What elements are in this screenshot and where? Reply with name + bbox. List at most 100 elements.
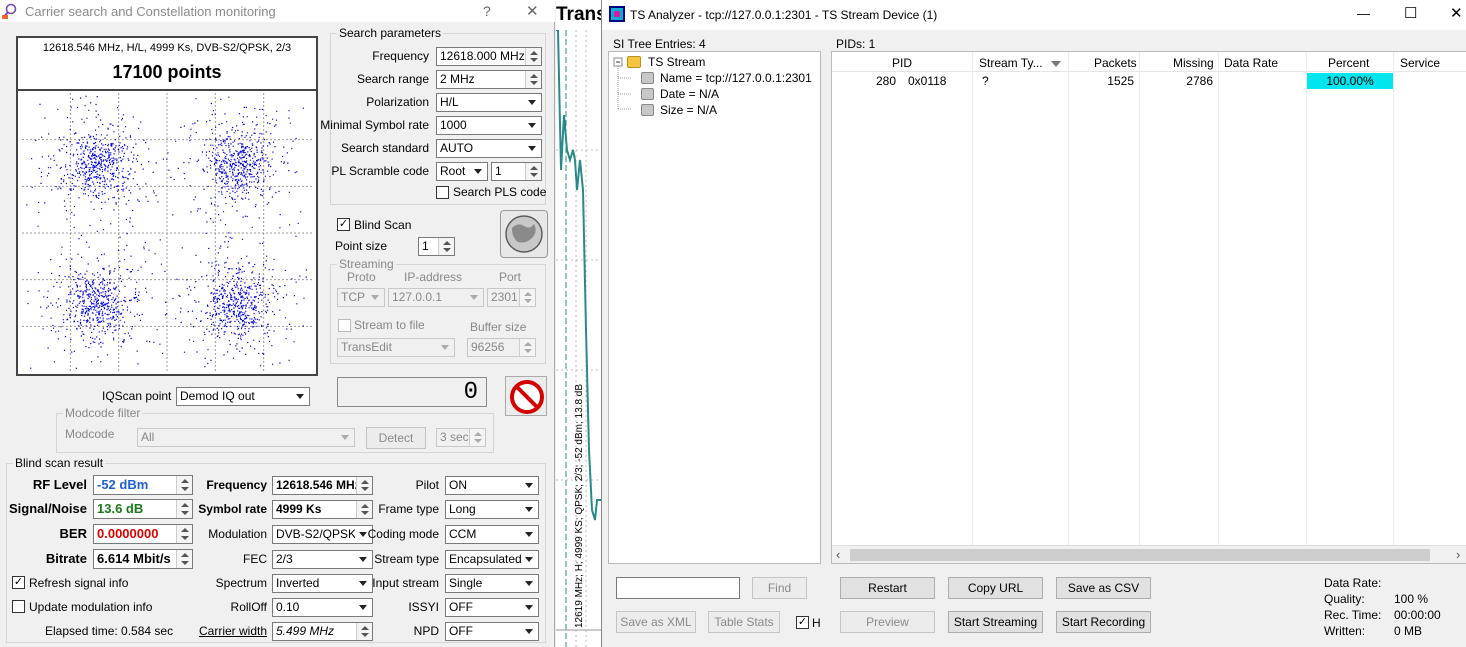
port-input[interactable]: 2301 xyxy=(487,288,536,307)
fec-select[interactable]: 2/3 xyxy=(272,550,373,569)
modcode-select[interactable]: All xyxy=(137,428,355,447)
snr-field[interactable]: 13.6 dB xyxy=(93,499,193,519)
ip-address-label: IP-address xyxy=(404,270,463,284)
col-missing[interactable]: Missing xyxy=(1173,56,1214,70)
symbol-rate-field[interactable]: 4999 Ks xyxy=(272,500,373,519)
frequency-input[interactable]: 12618.000 MHz xyxy=(436,47,542,66)
carrier-width-field[interactable]: 5.499 MHz xyxy=(272,622,373,641)
col-data-rate[interactable]: Data Rate xyxy=(1224,56,1278,70)
polarization-select[interactable]: H/L xyxy=(436,93,542,112)
min-symbol-rate-select[interactable]: 1000 xyxy=(436,116,542,135)
rolloff-select[interactable]: 0.10 xyxy=(272,598,373,617)
port-spinner[interactable] xyxy=(519,289,535,306)
stream-type-select[interactable]: Encapsulated xyxy=(445,550,539,569)
search-standard-select[interactable]: AUTO xyxy=(436,139,542,158)
pl-scramble-spinner[interactable] xyxy=(525,163,541,180)
blind-scan-checkbox[interactable]: ✓ xyxy=(337,218,350,231)
pilot-select[interactable]: ON xyxy=(445,476,539,495)
restart-button[interactable]: Restart xyxy=(840,577,935,599)
ip-address-select[interactable]: 127.0.0.1 xyxy=(388,288,484,307)
rec-time-label: Rec. Time: xyxy=(1324,608,1382,622)
frequency-spinner[interactable] xyxy=(525,48,541,65)
point-size-input[interactable]: 1 xyxy=(418,237,455,256)
spectrum-select[interactable]: Inverted xyxy=(272,574,373,593)
pl-scramble-number[interactable]: 1 xyxy=(491,162,542,181)
pid-table-header: PID Stream Ty... Packets Missing Data Ra… xyxy=(832,52,1466,72)
minimize-button[interactable]: — xyxy=(1357,6,1370,21)
h-checkbox[interactable]: ✓ xyxy=(796,616,809,629)
npd-select[interactable]: OFF xyxy=(445,622,539,641)
frame-type-select[interactable]: Long xyxy=(445,500,539,519)
help-button[interactable]: ? xyxy=(483,3,491,19)
bitrate-field[interactable]: 6.614 Mbit/s xyxy=(93,549,193,569)
start-recording-button[interactable]: Start Recording xyxy=(1056,611,1151,633)
tree-item-date[interactable]: Date = N/A xyxy=(660,87,719,101)
issyi-select[interactable]: OFF xyxy=(445,598,539,617)
tree-item-size[interactable]: Size = N/A xyxy=(660,103,717,117)
ip-address-value: 127.0.0.1 xyxy=(392,290,443,304)
save-xml-button[interactable]: Save as XML xyxy=(616,611,696,633)
maximize-button[interactable]: ☐ xyxy=(1404,4,1417,22)
col-packets[interactable]: Packets xyxy=(1094,56,1137,70)
refresh-signal-checkbox[interactable]: ✓ xyxy=(12,576,25,589)
table-stats-button[interactable]: Table Stats xyxy=(708,611,780,633)
close-icon[interactable]: ✕ xyxy=(526,2,539,20)
buffer-size-input[interactable]: 96256 xyxy=(467,338,536,357)
scroll-right-icon[interactable]: › xyxy=(1456,547,1460,562)
rf-level-label: RF Level xyxy=(32,477,87,492)
start-scan-button[interactable] xyxy=(500,210,548,258)
col-stream-type[interactable]: Stream Ty... xyxy=(979,56,1043,70)
horizontal-scrollbar[interactable]: ‹ › xyxy=(832,545,1466,563)
find-button[interactable]: Find xyxy=(752,577,807,599)
stop-button[interactable] xyxy=(505,376,547,416)
tree-node-icon xyxy=(641,104,654,116)
point-size-spinner[interactable] xyxy=(438,238,454,255)
rf-level-spinner[interactable] xyxy=(176,476,192,494)
refresh-signal-label: Refresh signal info xyxy=(29,576,129,590)
update-modulation-checkbox[interactable] xyxy=(12,600,25,613)
proto-select[interactable]: TCP xyxy=(337,288,385,307)
col-pid[interactable]: PID xyxy=(892,56,912,70)
stream-to-file-checkbox[interactable] xyxy=(338,319,351,332)
copy-url-button[interactable]: Copy URL xyxy=(948,577,1043,599)
table-row[interactable]: 280 0x0118 ? 1525 2786 100.00% xyxy=(832,72,1466,90)
result-frequency-field[interactable]: 12618.546 MHz xyxy=(272,476,373,495)
search-range-spinner[interactable] xyxy=(525,71,541,88)
bitrate-spinner[interactable] xyxy=(176,550,192,568)
iqscan-select[interactable]: Demod IQ out xyxy=(176,387,310,406)
coding-mode-select[interactable]: CCM xyxy=(445,525,539,544)
rf-level-field[interactable]: -52 dBm xyxy=(93,475,193,495)
tree-root[interactable]: TS Stream xyxy=(648,55,705,69)
scrollbar-thumb[interactable] xyxy=(850,549,1430,561)
scroll-left-icon[interactable]: ‹ xyxy=(836,547,840,562)
preview-button[interactable]: Preview xyxy=(840,611,935,633)
modulation-select[interactable]: DVB-S2/QPSK xyxy=(272,525,373,544)
result-frequency-spinner[interactable] xyxy=(356,477,372,494)
search-pls-checkbox[interactable] xyxy=(436,186,449,199)
pl-scramble-select[interactable]: Root xyxy=(436,162,488,181)
find-input[interactable] xyxy=(616,577,740,599)
save-csv-button[interactable]: Save as CSV xyxy=(1056,577,1151,599)
ber-spinner[interactable] xyxy=(176,525,192,543)
ts-close-button[interactable]: ✕ xyxy=(1450,4,1463,22)
time-spinner[interactable] xyxy=(469,429,485,446)
detect-button[interactable]: Detect xyxy=(366,427,426,449)
ber-field[interactable]: 0.0000000 xyxy=(93,524,193,544)
pids-label: PIDs: 1 xyxy=(836,37,876,51)
tree-item-name[interactable]: Name = tcp://127.0.0.1:2301 xyxy=(660,71,812,85)
buffer-size-spinner[interactable] xyxy=(519,339,535,356)
col-service[interactable]: Service xyxy=(1400,56,1440,70)
carrier-width-spinner[interactable] xyxy=(356,623,372,640)
snr-spinner[interactable] xyxy=(176,500,192,518)
background-title: Trans xyxy=(556,4,601,25)
chevron-down-icon xyxy=(355,551,372,568)
time-input[interactable]: 3 sec xyxy=(436,428,486,447)
file-select[interactable]: TransEdit xyxy=(337,338,455,357)
input-stream-select[interactable]: Single xyxy=(445,574,539,593)
start-streaming-button[interactable]: Start Streaming xyxy=(948,611,1043,633)
iqscan-label: IQScan point xyxy=(102,389,172,403)
symbol-rate-spinner[interactable] xyxy=(356,501,372,518)
col-percent[interactable]: Percent xyxy=(1328,56,1369,70)
carrier-width-link[interactable]: Carrier width xyxy=(199,624,267,638)
search-range-input[interactable]: 2 MHz xyxy=(436,70,542,89)
